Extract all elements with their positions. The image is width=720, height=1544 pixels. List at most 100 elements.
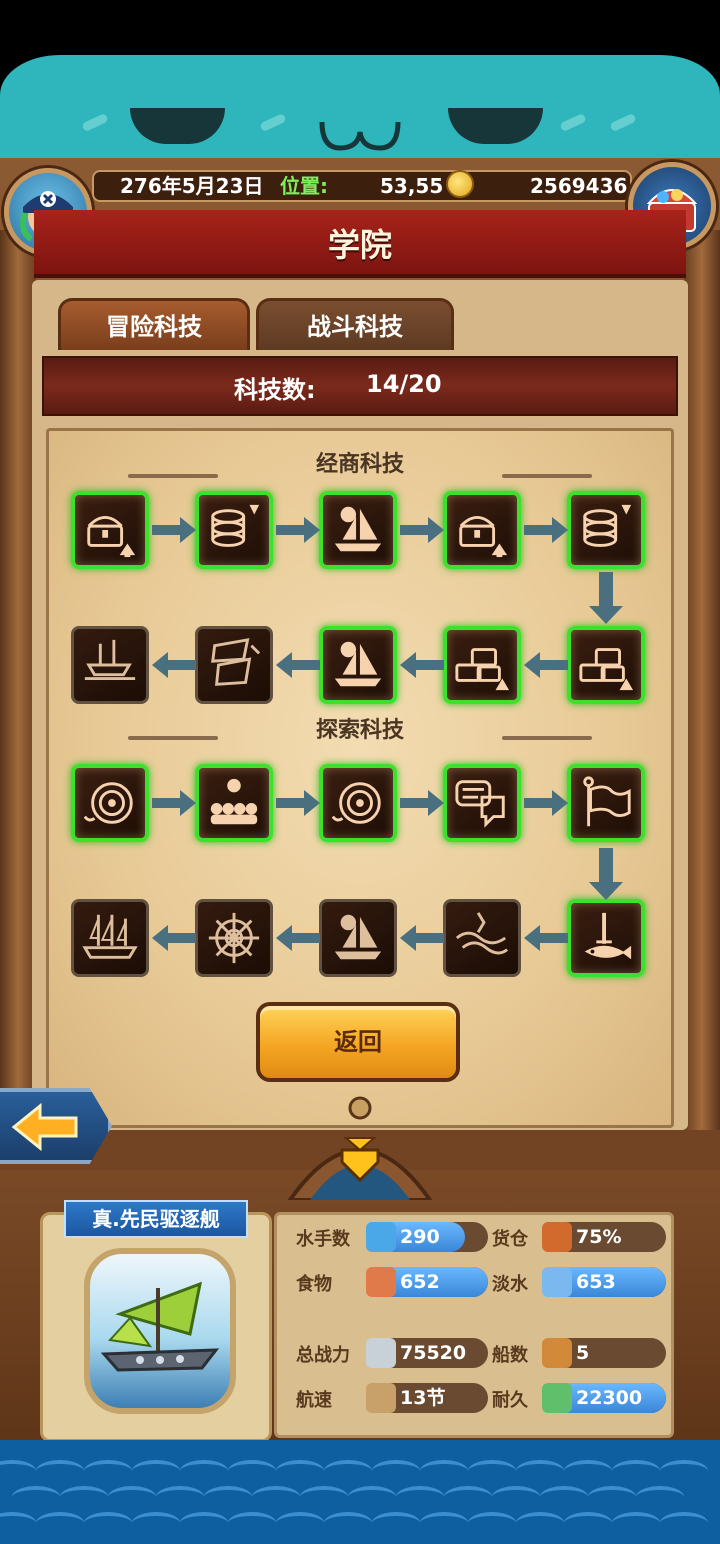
wave-decoration bbox=[372, 1512, 420, 1534]
wave-decoration bbox=[276, 1460, 324, 1482]
wave-decoration bbox=[180, 1512, 228, 1534]
arrow-right-icon bbox=[400, 790, 444, 816]
ship-image-icon bbox=[100, 1281, 220, 1372]
wave-decoration bbox=[516, 1460, 564, 1482]
frame-pillar-left bbox=[0, 230, 36, 1130]
wave-decoration bbox=[588, 1486, 636, 1508]
stat-label: 船数 bbox=[492, 1345, 528, 1366]
tech-node[interactable] bbox=[567, 491, 645, 569]
tech-node[interactable] bbox=[195, 626, 273, 704]
tech-node[interactable] bbox=[443, 491, 521, 569]
tech-node[interactable] bbox=[319, 764, 397, 842]
crossed-swords-icon bbox=[366, 1338, 396, 1368]
gold-coin-icon bbox=[446, 170, 474, 198]
stat-label: 货仓 bbox=[492, 1229, 528, 1250]
wave-decoration bbox=[84, 1512, 132, 1534]
tab-adventure-tech[interactable]: 冒险科技 bbox=[58, 298, 250, 350]
wave-decoration bbox=[612, 1460, 660, 1482]
arrow-left-icon bbox=[400, 652, 444, 678]
arrow-right-icon bbox=[524, 517, 568, 543]
game-date: 276年5月23日 bbox=[120, 174, 264, 198]
tech-node[interactable] bbox=[443, 764, 521, 842]
stat-value: 652 bbox=[400, 1271, 440, 1293]
arrow-right-icon bbox=[524, 790, 568, 816]
tech-node[interactable] bbox=[567, 626, 645, 704]
wave-decoration bbox=[300, 1486, 348, 1508]
section-title-trade: 经商科技 bbox=[315, 452, 404, 477]
wave-decoration bbox=[348, 1486, 396, 1508]
wave-decoration bbox=[204, 1486, 252, 1508]
stat-value: 75% bbox=[576, 1226, 622, 1248]
chests-up-icon bbox=[455, 648, 510, 691]
sailboat-icon bbox=[334, 506, 382, 552]
arrow-right-icon bbox=[152, 517, 196, 543]
wave-decoration bbox=[180, 1460, 228, 1482]
ship-icon bbox=[82, 914, 138, 959]
arrow-left-icon bbox=[400, 925, 444, 951]
coins-down-icon bbox=[583, 504, 632, 547]
stat-value: 75520 bbox=[400, 1342, 467, 1364]
ship-portrait[interactable] bbox=[84, 1248, 236, 1414]
wave-decoration bbox=[36, 1512, 84, 1534]
tech-node[interactable] bbox=[195, 491, 273, 569]
wave-decoration bbox=[516, 1512, 564, 1534]
tech-node[interactable] bbox=[319, 626, 397, 704]
tech-node[interactable] bbox=[71, 899, 149, 977]
stat-label: 淡水 bbox=[492, 1274, 528, 1295]
collapse-arrow-button[interactable] bbox=[280, 1090, 440, 1200]
tech-node[interactable] bbox=[71, 491, 149, 569]
wreck-icon bbox=[211, 638, 261, 686]
page-title: 学院 bbox=[327, 226, 392, 264]
wave-decoration bbox=[324, 1512, 372, 1534]
position-value: 53,55 bbox=[380, 174, 444, 198]
compass-dial-icon bbox=[83, 782, 133, 824]
tab-combat-tech[interactable]: 战斗科技 bbox=[256, 298, 454, 350]
wave-decoration bbox=[132, 1512, 180, 1534]
stat-label: 耐久 bbox=[492, 1390, 528, 1411]
tech-node[interactable] bbox=[443, 626, 521, 704]
return-button[interactable]: 返回 bbox=[256, 1002, 460, 1082]
wave-decoration bbox=[420, 1512, 468, 1534]
wave-decoration bbox=[12, 1486, 60, 1508]
arrow-left-icon bbox=[524, 925, 568, 951]
wave-decoration bbox=[612, 1512, 660, 1534]
tech-node[interactable] bbox=[319, 899, 397, 977]
arrow-left-icon bbox=[152, 652, 196, 678]
tech-node[interactable] bbox=[567, 899, 645, 977]
arrow-left-icon bbox=[524, 652, 568, 678]
tech-node[interactable] bbox=[567, 764, 645, 842]
meat-icon bbox=[366, 1267, 396, 1297]
wave-decoration bbox=[0, 1460, 36, 1482]
gold-amount: 2569436 bbox=[530, 174, 628, 198]
tech-node[interactable] bbox=[319, 491, 397, 569]
wave-decoration bbox=[156, 1486, 204, 1508]
back-button[interactable] bbox=[0, 1088, 112, 1164]
status-bar-area bbox=[0, 0, 720, 58]
tech-node[interactable] bbox=[71, 626, 149, 704]
wave-decoration bbox=[564, 1460, 612, 1482]
chest-up-icon bbox=[87, 515, 136, 558]
chests-up-icon bbox=[579, 648, 634, 691]
arrow-down-icon bbox=[589, 848, 623, 900]
stat-value: 5 bbox=[576, 1342, 590, 1364]
tech-node[interactable] bbox=[195, 764, 273, 842]
chest-up-icon bbox=[459, 515, 508, 558]
wave-decoration bbox=[396, 1486, 444, 1508]
stat-label: 食物 bbox=[296, 1274, 332, 1295]
tech-node[interactable] bbox=[71, 764, 149, 842]
arrow-right-icon bbox=[400, 517, 444, 543]
wave-decoration bbox=[444, 1486, 492, 1508]
stat-label: 航速 bbox=[296, 1390, 332, 1411]
sailboat-icon bbox=[334, 641, 382, 687]
wave-decoration bbox=[108, 1486, 156, 1508]
wave-decoration bbox=[0, 1512, 36, 1534]
arrow-down-icon bbox=[589, 572, 623, 624]
wave-decoration bbox=[276, 1512, 324, 1534]
speech-icon bbox=[455, 780, 505, 828]
crew-icon bbox=[210, 778, 258, 825]
wave-decoration bbox=[660, 1460, 708, 1482]
tech-node[interactable] bbox=[195, 899, 273, 977]
speed-ship-icon bbox=[366, 1383, 396, 1413]
stat-value: 290 bbox=[400, 1226, 440, 1248]
tech-node[interactable] bbox=[443, 899, 521, 977]
